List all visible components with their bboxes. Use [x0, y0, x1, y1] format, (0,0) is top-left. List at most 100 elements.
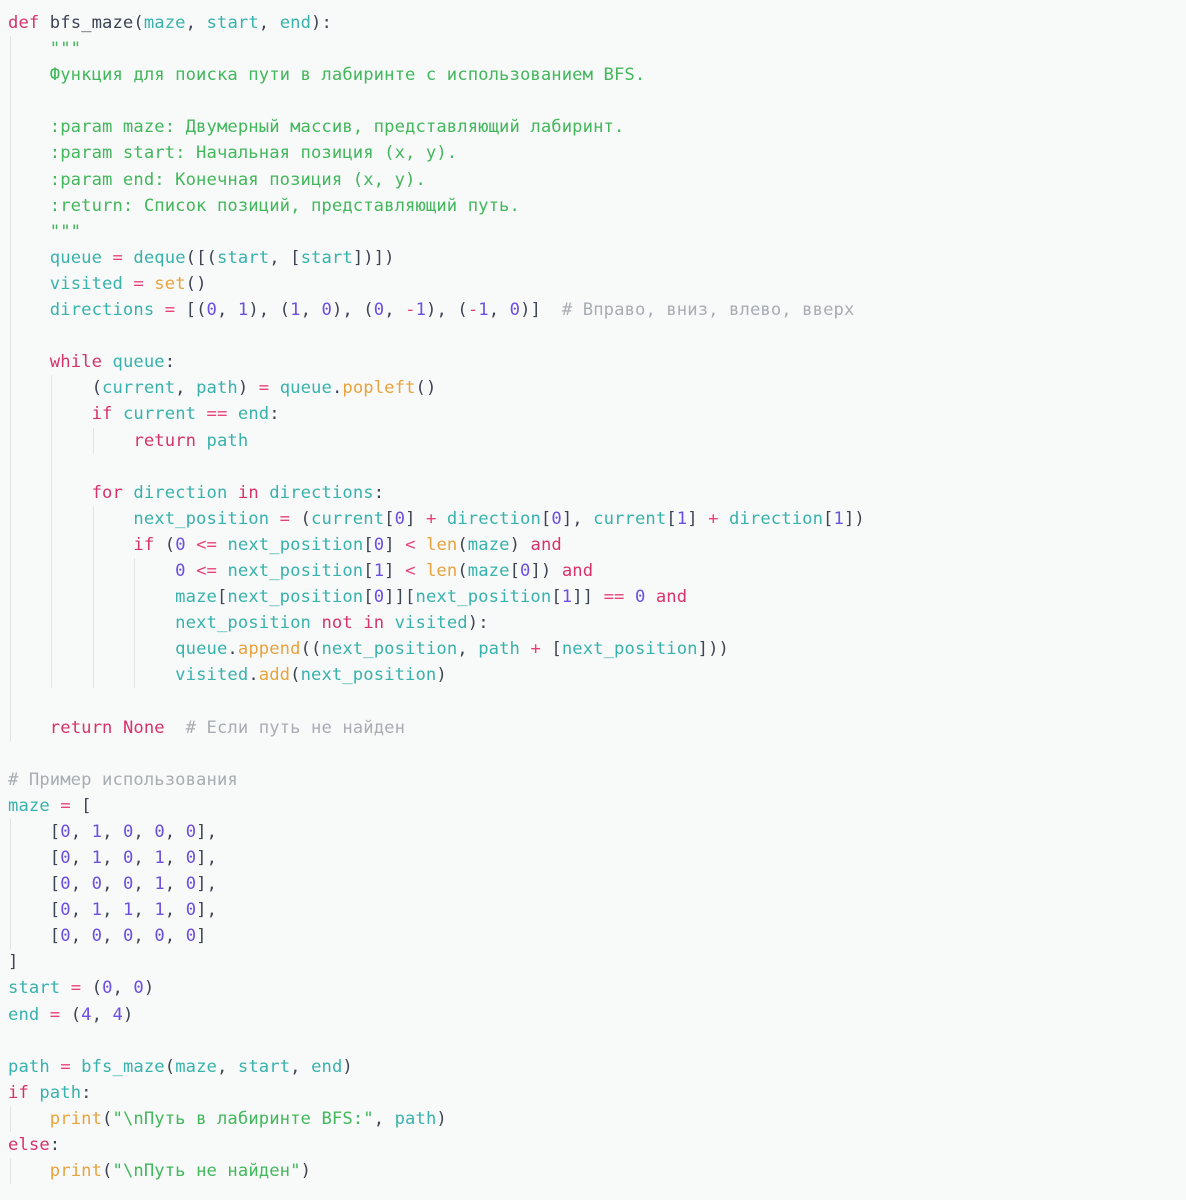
token-num: 0	[185, 926, 197, 947]
token-punc: (	[8, 378, 103, 399]
code-line[interactable]: Функция для поиска пути в лабиринте с ис…	[0, 62, 1186, 89]
code-line[interactable]	[0, 688, 1186, 715]
token-num: 0	[321, 300, 332, 321]
code-line[interactable]: for direction in directions:	[0, 479, 1186, 506]
token-num: 0	[122, 874, 134, 895]
code-line[interactable]: """	[0, 36, 1186, 63]
code-line-text: return None # Если путь не найден	[8, 718, 405, 738]
indent-guides	[0, 88, 1186, 115]
code-line[interactable]: [0, 1, 0, 1, 0],	[0, 845, 1186, 872]
code-line[interactable]: if (0 <= next_position[0] < len(maze) an…	[0, 531, 1186, 558]
token-var: visited	[49, 273, 123, 294]
token-call: print	[49, 1161, 103, 1182]
token-punc: ,	[175, 378, 197, 399]
code-line[interactable]: [0, 1, 0, 0, 0],	[0, 818, 1186, 845]
token-punc: ]	[384, 560, 406, 581]
token-punc: ],	[561, 508, 594, 529]
token-punc	[8, 1161, 50, 1181]
code-line-text: while queue:	[8, 352, 175, 372]
code-line[interactable]	[0, 1028, 1186, 1054]
code-line[interactable]: return path	[0, 427, 1186, 454]
token-punc	[144, 274, 154, 294]
token-num: 0	[206, 300, 217, 321]
code-line[interactable]: next_position = (current[0] + direction[…	[0, 505, 1186, 532]
token-kw: else	[8, 1135, 50, 1156]
token-punc: ), (	[331, 300, 374, 321]
token-punc	[123, 248, 133, 268]
code-line-text: visited.add(next_position)	[8, 665, 447, 685]
token-punc	[8, 665, 175, 685]
token-punc: [	[8, 900, 61, 921]
code-line[interactable]: :param maze: Двумерный массив, представл…	[0, 114, 1186, 141]
code-line[interactable]: start = (0, 0)	[0, 975, 1186, 1001]
code-line[interactable]: path = bfs_maze(maze, start, end)	[0, 1054, 1186, 1080]
token-punc	[8, 1109, 50, 1129]
token-num: 1	[237, 300, 249, 321]
code-line[interactable]: visited = set()	[0, 270, 1186, 298]
token-punc: :	[164, 352, 176, 373]
code-line[interactable]: def bfs_maze(maze, start, end):	[0, 10, 1186, 36]
code-line[interactable]: print("\nПуть в лабиринте BFS:", path)	[0, 1105, 1186, 1133]
token-punc: , [	[269, 247, 301, 268]
code-line[interactable]: [0, 0, 0, 1, 0],	[0, 871, 1186, 898]
code-line[interactable]: (current, path) = queue.popleft()	[0, 375, 1186, 402]
token-var: bfs_maze	[81, 1056, 165, 1077]
token-punc: [	[216, 587, 228, 608]
token-punc: ,	[70, 848, 92, 868]
code-line[interactable]: while queue:	[0, 349, 1186, 376]
code-line[interactable]: visited.add(next_position)	[0, 662, 1186, 689]
code-line[interactable]: end = (4, 4)	[0, 1002, 1186, 1028]
code-line-text: :param end: Конечная позиция (x, y).	[8, 170, 426, 190]
code-line[interactable]: 0 <= next_position[1] < len(maze[0]) and	[0, 557, 1186, 585]
code-line[interactable]: maze[next_position[0]][next_position[1]]…	[0, 584, 1186, 611]
code-line[interactable]	[0, 741, 1186, 767]
token-var: next_position	[561, 639, 698, 660]
code-line[interactable]: :return: Список позиций, представляющий …	[0, 192, 1186, 219]
code-line[interactable]: :param start: Начальная позиция (x, y).	[0, 140, 1186, 167]
code-line[interactable]: if path:	[0, 1080, 1186, 1106]
code-line[interactable]: """	[0, 218, 1186, 245]
code-line[interactable]: return None # Если путь не найден	[0, 714, 1186, 741]
code-line[interactable]: if current == end:	[0, 401, 1186, 428]
token-punc	[196, 431, 206, 451]
code-line[interactable]: print("\nПуть не найден")	[0, 1158, 1186, 1185]
token-var: maze	[8, 795, 50, 816]
code-line[interactable]: maze = [	[0, 793, 1186, 819]
token-var: end	[237, 404, 270, 425]
code-line[interactable]: else:	[0, 1132, 1186, 1158]
token-var: maze	[175, 587, 217, 608]
token-kw: and	[530, 534, 562, 555]
code-line[interactable]: directions = [(0, 1), (1, 0), (0, -1), (…	[0, 297, 1186, 324]
code-line[interactable]: queue = deque([(start, [start])])	[0, 244, 1186, 271]
code-line[interactable]: :param end: Конечная позиция (x, y).	[0, 166, 1186, 193]
code-line[interactable]: [0, 1, 1, 1, 0],	[0, 897, 1186, 924]
token-punc: )	[342, 1056, 353, 1077]
token-punc: ,	[70, 874, 92, 895]
code-line[interactable]	[0, 323, 1186, 350]
token-punc: ],	[196, 821, 218, 842]
code-line-text: (current, path) = queue.popleft()	[8, 378, 437, 399]
code-line[interactable]: ]	[0, 949, 1186, 975]
token-punc: ,	[164, 926, 186, 947]
token-punc	[196, 404, 206, 424]
code-line[interactable]: [0, 0, 0, 0, 0]	[0, 923, 1186, 950]
indent-guide-bar	[10, 323, 11, 350]
token-op: <	[405, 560, 416, 581]
token-num: 0	[122, 821, 134, 842]
token-punc: ([(	[185, 247, 217, 268]
token-var: start	[8, 978, 61, 999]
token-var: direction	[446, 508, 541, 529]
code-line[interactable]: next_position not in visited):	[0, 610, 1186, 637]
code-line[interactable]	[0, 453, 1186, 480]
token-punc: ):	[311, 13, 332, 33]
code-viewer[interactable]: def bfs_maze(maze, start, end): """ Функ…	[0, 0, 1186, 1185]
token-punc: (	[154, 534, 176, 555]
token-punc	[123, 483, 133, 503]
token-punc: (	[290, 508, 312, 529]
code-line[interactable]: queue.append((next_position, path + [nex…	[0, 636, 1186, 663]
code-line[interactable]: # Пример использования	[0, 767, 1186, 793]
code-line-text: 0 <= next_position[1] < len(maze[0]) and	[8, 561, 593, 581]
code-line[interactable]	[0, 88, 1186, 115]
code-line-text: else:	[8, 1135, 60, 1155]
token-var: directions	[49, 300, 155, 321]
